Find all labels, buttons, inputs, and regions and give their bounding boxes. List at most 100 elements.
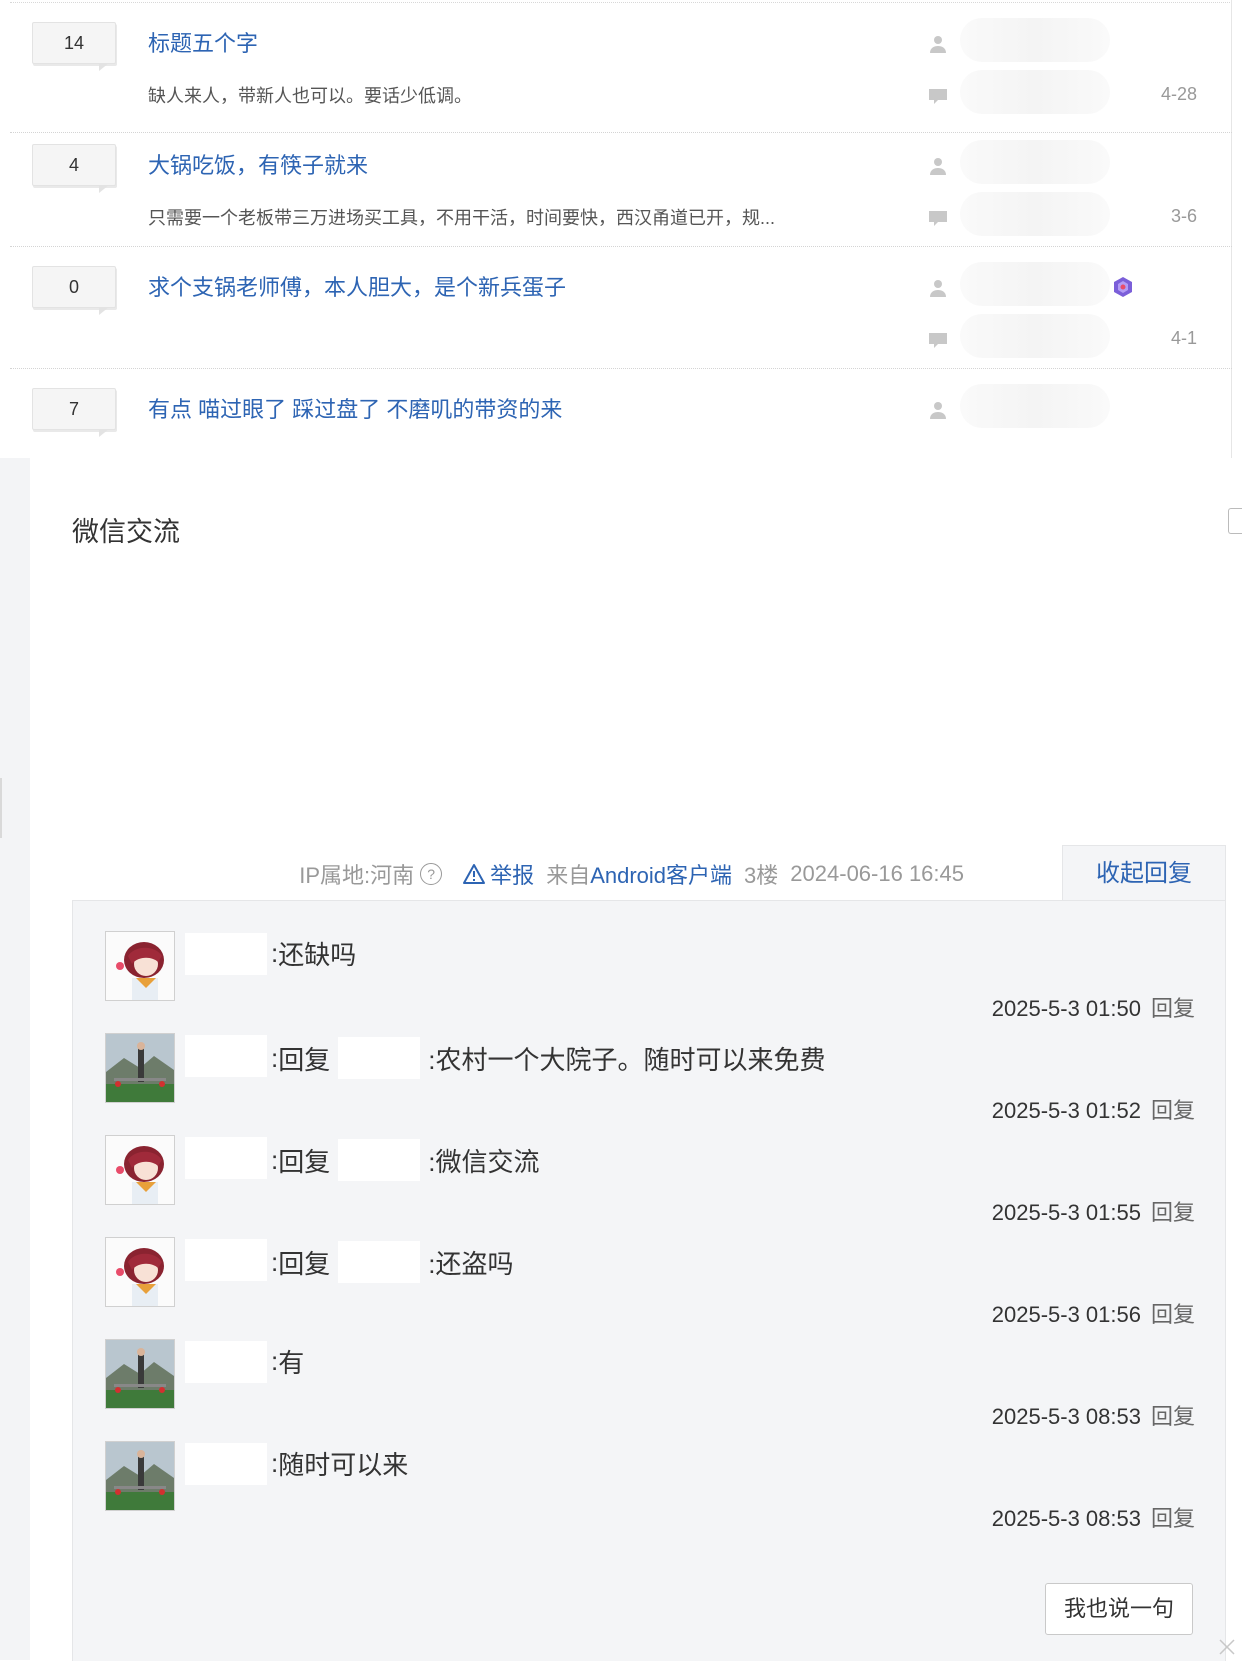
author-icon bbox=[930, 402, 946, 419]
reply-action-button[interactable]: 回复 bbox=[1151, 1098, 1195, 1123]
reply-time: 2025-5-3 01:52 bbox=[991, 1098, 1141, 1123]
reply-item: :有 2025-5-3 08:53 回复 bbox=[105, 1339, 1195, 1447]
reply-panel: : 还缺吗 2025-5-3 01:50 回复 : 回复:农村一个大院子。随时可以来免… bbox=[72, 900, 1226, 1661]
post-content: 微信交流 bbox=[72, 517, 180, 547]
side-toggle-button[interactable] bbox=[1228, 508, 1242, 534]
mountain-avatar-icon bbox=[106, 1034, 174, 1102]
from-label: 来自 bbox=[546, 863, 591, 888]
reply-text: : 随时可以来 bbox=[271, 1445, 408, 1482]
mountain-avatar-icon bbox=[106, 1442, 174, 1510]
last-reply-icon bbox=[929, 211, 947, 226]
last-replier-blurred bbox=[960, 192, 1110, 236]
reply-count-badge: 4 bbox=[32, 144, 116, 193]
reply-meta: 2025-5-3 01:55 回复 bbox=[992, 1195, 1195, 1227]
author-name-blurred bbox=[960, 140, 1110, 184]
reply-prefix: 回复 bbox=[278, 1248, 331, 1279]
avatar[interactable] bbox=[105, 1135, 175, 1205]
anime-avatar-icon bbox=[106, 1238, 174, 1306]
thread-abstract: 只需要一个老板带三万进场买工具，不用干活，时间要快，西汉甬道已开，规... bbox=[148, 208, 775, 228]
username-masked bbox=[185, 933, 267, 975]
username-masked bbox=[185, 1443, 267, 1485]
reply-time: 2025-5-3 01:56 bbox=[991, 1302, 1141, 1327]
author-icon bbox=[930, 280, 946, 297]
help-icon[interactable]: ? bbox=[420, 863, 443, 885]
reply-action-button[interactable]: 回复 bbox=[1151, 996, 1195, 1021]
reply-content: :还盗吗 bbox=[428, 1248, 514, 1279]
reply-content: :农村一个大院子。随时可以来免费 bbox=[428, 1044, 826, 1075]
warning-icon bbox=[463, 864, 486, 884]
author-name-blurred bbox=[960, 18, 1110, 62]
reply-text: : 回复:农村一个大院子。随时可以来免费 bbox=[271, 1037, 825, 1079]
collapse-replies-button[interactable]: 收起回复 bbox=[1062, 845, 1226, 902]
thread-abstract: 缺人来人，带新人也可以。要话少低调。 bbox=[148, 86, 472, 106]
reply-time: 2025-5-3 01:55 bbox=[991, 1200, 1141, 1225]
client-source: 来自Android客户端 bbox=[546, 858, 732, 890]
reply-time: 2025-5-3 01:50 bbox=[991, 996, 1141, 1021]
reply-content: 随时可以来 bbox=[278, 1450, 409, 1480]
thread-date: 4-1 bbox=[1170, 328, 1197, 348]
thread-row: 14 标题五个字 缺人来人，带新人也可以。要话少低调。 4-28 bbox=[10, 4, 1232, 133]
reply-item: : 回复:微信交流 2025-5-3 01:55 回复 bbox=[105, 1135, 1195, 1243]
avatar[interactable] bbox=[105, 1237, 175, 1307]
reply-prefix: 回复 bbox=[278, 1146, 331, 1177]
thread-title-link[interactable]: 大锅吃饭，有筷子就来 bbox=[148, 148, 368, 180]
add-reply-button[interactable]: 我也说一句 bbox=[1045, 1583, 1193, 1635]
author-name-blurred bbox=[960, 262, 1110, 306]
reply-meta: 2025-5-3 08:53 回复 bbox=[992, 1501, 1195, 1533]
thread-date: 4-28 bbox=[1160, 84, 1197, 104]
author-icon bbox=[930, 36, 946, 53]
reply-count-badge: 14 bbox=[32, 22, 116, 71]
avatar[interactable] bbox=[105, 1033, 175, 1103]
last-reply-icon bbox=[929, 89, 947, 104]
client-link[interactable]: Android客户端 bbox=[590, 863, 732, 888]
reply-content: :微信交流 bbox=[428, 1146, 540, 1177]
anime-avatar-icon bbox=[106, 932, 174, 1000]
username-masked bbox=[338, 1037, 421, 1079]
username-masked bbox=[185, 1341, 267, 1383]
reply-text: : 还缺吗 bbox=[271, 935, 356, 972]
username-masked bbox=[185, 1035, 267, 1077]
thread-row: 4 大锅吃饭，有筷子就来 只需要一个老板带三万进场买工具，不用干活，时间要快，西… bbox=[10, 126, 1232, 247]
username-masked bbox=[185, 1239, 267, 1281]
vip-badge-icon bbox=[1114, 277, 1132, 297]
reply-text: :有 bbox=[271, 1343, 304, 1380]
thread-title-link[interactable]: 求个支锅老师傅，本人胆大，是个新兵蛋子 bbox=[148, 270, 566, 302]
thread-list: 14 标题五个字 缺人来人，带新人也可以。要话少低调。 4-28 4 大锅吃饭，… bbox=[0, 0, 1232, 458]
thread-row: 0 求个支锅老师傅，本人胆大，是个新兵蛋子 4-1 bbox=[10, 248, 1232, 369]
mountain-avatar-icon bbox=[106, 1340, 174, 1408]
avatar[interactable] bbox=[105, 1339, 175, 1409]
thread-title-link[interactable]: 有点 喵过眼了 踩过盘了 不磨叽的带资的来 bbox=[148, 392, 562, 424]
reply-action-button[interactable]: 回复 bbox=[1151, 1506, 1195, 1531]
reply-content: 有 bbox=[278, 1348, 305, 1378]
report-label: 举报 bbox=[490, 863, 535, 888]
reply-action-button[interactable]: 回复 bbox=[1151, 1302, 1195, 1327]
floor-number: 3楼 bbox=[744, 863, 779, 888]
divider bbox=[10, 2, 1232, 3]
reply-item: : 随时可以来 2025-5-3 08:53 回复 bbox=[105, 1441, 1195, 1549]
reply-meta: 2025-5-3 01:50 回复 bbox=[992, 991, 1195, 1023]
reply-meta: 2025-5-3 08:53 回复 bbox=[992, 1399, 1195, 1431]
post-time: 2024-06-16 16:45 bbox=[790, 861, 964, 886]
avatar[interactable] bbox=[105, 931, 175, 1001]
last-reply-icon bbox=[929, 333, 947, 348]
username-masked bbox=[338, 1241, 421, 1283]
reply-meta: 2025-5-3 01:56 回复 bbox=[992, 1297, 1195, 1329]
ip-location-text: IP属地:河南 bbox=[299, 863, 415, 888]
username-masked bbox=[338, 1139, 421, 1181]
username-masked bbox=[185, 1137, 267, 1179]
thread-row: 7 有点 喵过眼了 踩过盘了 不磨叽的带资的来 bbox=[10, 370, 1232, 458]
post-meta: IP属地:河南 ? 举报 来自Android客户端 3楼 2024-06-16 … bbox=[299, 858, 964, 890]
reply-action-button[interactable]: 回复 bbox=[1151, 1200, 1195, 1225]
divider bbox=[0, 778, 2, 838]
reply-item: : 回复:农村一个大院子。随时可以来免费 2025-5-3 01:52 回复 bbox=[105, 1033, 1195, 1141]
ip-location: IP属地:河南 ? bbox=[299, 858, 443, 890]
thread-title-link[interactable]: 标题五个字 bbox=[148, 26, 258, 58]
report-button[interactable]: 举报 bbox=[462, 858, 534, 890]
close-icon[interactable] bbox=[1218, 1638, 1236, 1656]
author-name-blurred bbox=[960, 384, 1110, 428]
reply-time: 2025-5-3 08:53 bbox=[991, 1404, 1141, 1429]
anime-avatar-icon bbox=[106, 1136, 174, 1204]
reply-item: : 回复:还盗吗 2025-5-3 01:56 回复 bbox=[105, 1237, 1195, 1345]
avatar[interactable] bbox=[105, 1441, 175, 1511]
reply-action-button[interactable]: 回复 bbox=[1151, 1404, 1195, 1429]
